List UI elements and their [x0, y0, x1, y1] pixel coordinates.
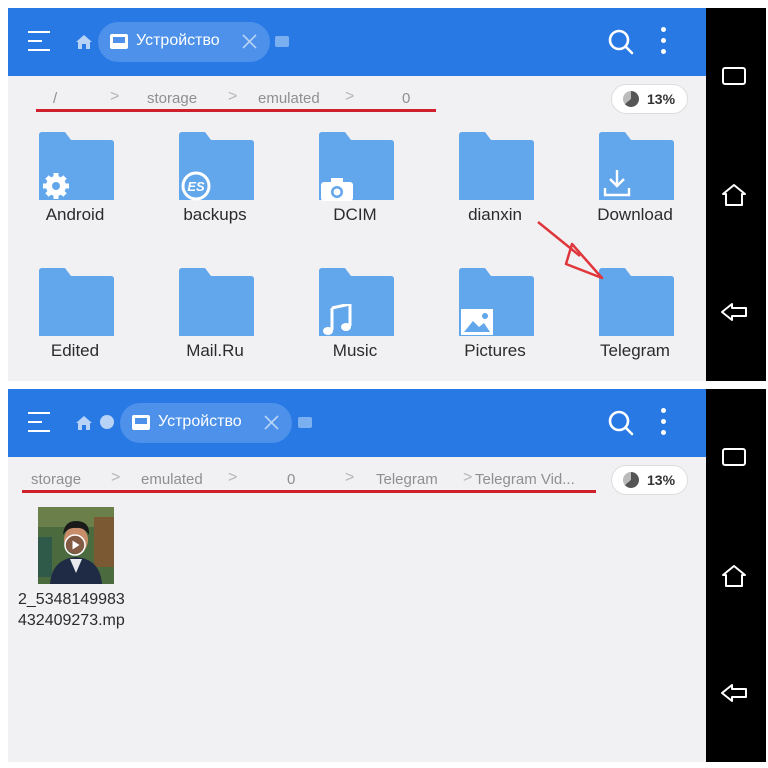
device-tab[interactable]: Устройство: [120, 403, 292, 443]
android-nav-bar: [706, 8, 766, 381]
breadcrumb-0[interactable]: 0: [402, 90, 410, 107]
more-vert-icon[interactable]: [658, 27, 668, 55]
folder-name: Android: [45, 205, 105, 224]
drive-icon: [110, 34, 128, 49]
folder-dianxin[interactable]: dianxin: [428, 132, 540, 232]
drive-icon: [132, 415, 150, 430]
folder-pictures[interactable]: Pictures: [428, 268, 540, 368]
video-thumbnail: [38, 507, 114, 584]
folder-backups[interactable]: ES backups: [148, 132, 260, 232]
recent-apps-icon[interactable]: [719, 64, 749, 88]
search-icon[interactable]: [608, 410, 634, 436]
app-toolbar: Устройство: [8, 389, 706, 457]
device-tab[interactable]: Устройство: [98, 22, 270, 62]
storage-usage-badge[interactable]: 13%: [611, 465, 688, 495]
red-underline-annotation: [22, 490, 596, 493]
tab-overflow-icon[interactable]: [275, 36, 289, 47]
folder-dcim[interactable]: DCIM: [288, 132, 400, 232]
folder-name: backups: [183, 205, 247, 224]
music-note-icon: [323, 304, 352, 335]
folder-edited[interactable]: Edited: [8, 268, 120, 368]
breadcrumb-separator: >: [111, 469, 121, 486]
file-manager-bottom: Устройство storage > emulated > 0 > Tele…: [8, 389, 766, 762]
folder-name: Pictures: [464, 341, 526, 360]
home-icon[interactable]: [76, 35, 92, 49]
play-icon[interactable]: [64, 534, 86, 556]
breadcrumb-emulated[interactable]: emulated: [141, 471, 203, 488]
breadcrumb-storage[interactable]: storage: [31, 471, 81, 488]
folder-name: Music: [332, 341, 378, 360]
app-toolbar: Устройство: [8, 8, 706, 76]
folder-telegram[interactable]: Telegram: [568, 268, 680, 368]
folder-mailru[interactable]: Mail.Ru: [148, 268, 260, 368]
red-underline-annotation: [36, 109, 436, 112]
folder-name: Edited: [50, 341, 100, 360]
red-arrow-annotation: [537, 221, 604, 280]
image-icon: [461, 309, 493, 335]
home-icon[interactable]: [719, 564, 749, 588]
breadcrumb-separator: >: [228, 88, 238, 105]
folder-name: Telegram: [600, 341, 670, 360]
file-name-line-2: 432409273.mp: [18, 612, 125, 629]
folder-name: DCIM: [333, 205, 377, 224]
pie-chart-icon: [623, 91, 639, 107]
download-icon: [603, 170, 631, 197]
folder-download[interactable]: Download: [568, 132, 680, 232]
es-logo-icon: ES: [181, 171, 211, 201]
breadcrumb-separator: >: [463, 469, 473, 486]
folder-name: Mail.Ru: [186, 341, 244, 360]
camera-icon: [321, 178, 353, 201]
folder-icon: [599, 268, 674, 336]
android-nav-bar: [706, 389, 766, 762]
close-icon[interactable]: [241, 33, 258, 50]
home-icon[interactable]: [719, 183, 749, 207]
menu-icon[interactable]: [28, 412, 50, 432]
recent-apps-icon[interactable]: [719, 445, 749, 469]
breadcrumb-separator: >: [110, 88, 120, 105]
storage-usage-badge[interactable]: 13%: [611, 84, 688, 114]
file-name: 2_5348149983 432409273.mp: [18, 589, 168, 631]
breadcrumb-storage[interactable]: storage: [147, 90, 197, 107]
breadcrumb-root[interactable]: /: [53, 90, 57, 107]
close-icon[interactable]: [263, 414, 280, 431]
breadcrumb-separator: >: [228, 469, 238, 486]
breadcrumb-telegram-video[interactable]: Telegram Vid...: [475, 471, 575, 488]
folder-music[interactable]: Music: [288, 268, 400, 368]
tab-label: Устройство: [136, 32, 220, 49]
history-icon[interactable]: [100, 415, 114, 429]
folder-icon: [179, 268, 254, 336]
more-vert-icon[interactable]: [658, 408, 668, 436]
video-file-item[interactable]: 2_5348149983 432409273.mp: [8, 507, 158, 637]
breadcrumb-separator: >: [345, 88, 355, 105]
folder-android[interactable]: Android: [8, 132, 120, 232]
breadcrumb-telegram[interactable]: Telegram: [376, 471, 438, 488]
file-name-line-1: 2_5348149983: [18, 591, 125, 608]
storage-percent: 13%: [647, 91, 676, 107]
pie-chart-icon: [623, 472, 639, 488]
back-icon[interactable]: [719, 300, 749, 324]
tab-label: Устройство: [158, 413, 242, 430]
search-icon[interactable]: [608, 29, 634, 55]
storage-percent: 13%: [647, 472, 676, 488]
menu-icon[interactable]: [28, 31, 50, 51]
breadcrumb-0[interactable]: 0: [287, 471, 295, 488]
svg-text:ES: ES: [187, 179, 205, 194]
folder-icon: [39, 268, 114, 336]
home-icon[interactable]: [76, 416, 92, 430]
gear-icon: [43, 173, 69, 199]
back-icon[interactable]: [719, 681, 749, 705]
breadcrumb-emulated[interactable]: emulated: [258, 90, 320, 107]
breadcrumb-separator: >: [345, 469, 355, 486]
folder-icon: [459, 132, 534, 200]
file-manager-top: Устройство / > storage > emulated > 0 13…: [8, 8, 766, 381]
tab-overflow-icon[interactable]: [298, 417, 312, 428]
